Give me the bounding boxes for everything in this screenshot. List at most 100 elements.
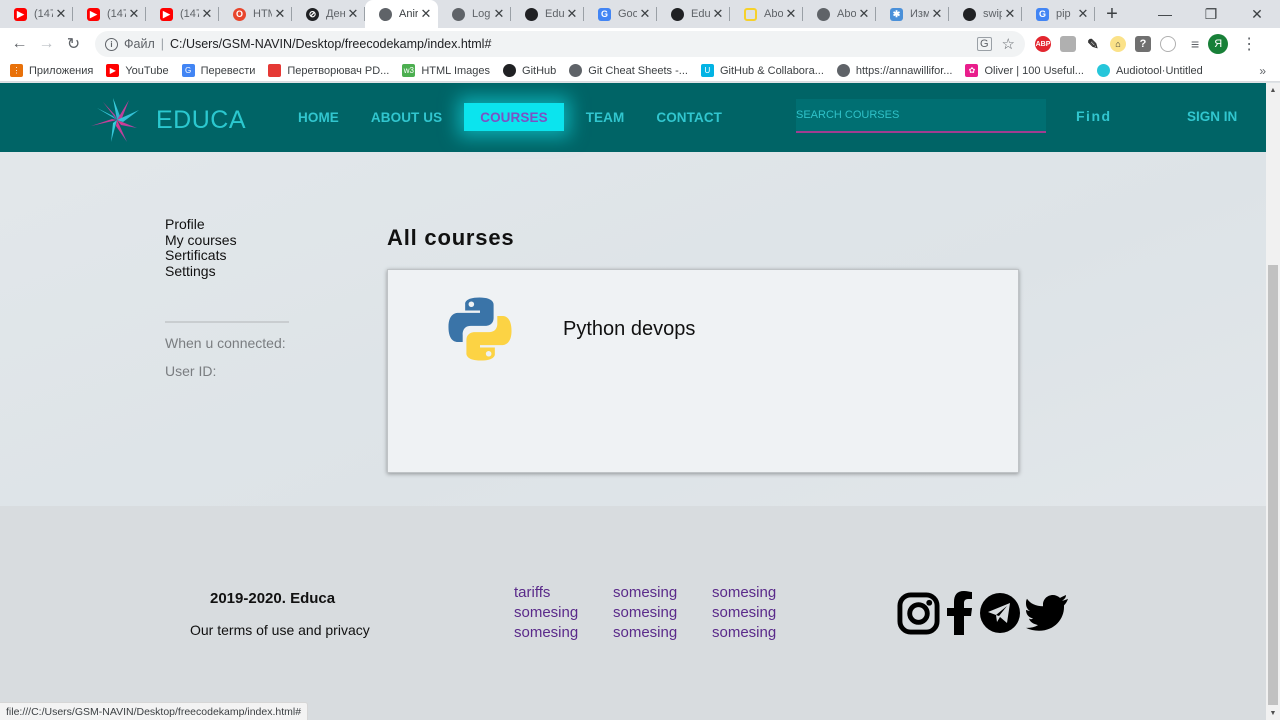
browser-tab[interactable]: swip ✕ [949,0,1022,28]
footer-link[interactable]: somesing [613,624,712,642]
browser-tab[interactable]: Edu ✕ [511,0,584,28]
extension-photo-icon[interactable] [1060,36,1076,52]
scrollbar-thumb[interactable] [1268,265,1278,705]
browser-tab[interactable]: ▶ (147 ✕ [73,0,146,28]
bookmark-star-icon[interactable]: ☆ [1002,35,1015,53]
reload-button[interactable]: ↻ [60,31,87,58]
bookmark-item[interactable]: ✿ Oliver | 100 Useful... [965,64,1084,77]
tab-close-icon[interactable]: ✕ [55,6,67,22]
bookmark-item[interactable]: G Перевести [181,64,256,77]
bookmark-item[interactable]: Перетворювач PD... [268,64,389,77]
browser-tab[interactable]: ⊘ Ден ✕ [292,0,365,28]
help-extension-icon[interactable]: ? [1135,36,1151,52]
browser-menu-icon[interactable]: ⋮ [1241,34,1257,54]
facebook-icon[interactable] [946,591,974,635]
minimize-button[interactable]: — [1142,0,1188,28]
browser-tab[interactable]: Edu ✕ [657,0,730,28]
tab-close-icon[interactable]: ✕ [420,6,432,22]
footer-link[interactable]: somesing [613,604,712,622]
bookmark-label: Перевести [200,64,256,77]
bookmark-item[interactable]: Git Cheat Sheets -... [569,64,688,77]
sidebar-item-profile[interactable]: Profile [165,216,289,233]
tab-close-icon[interactable]: ✕ [201,6,213,22]
browser-tab[interactable]: Anir ✕ [365,0,438,28]
close-window-button[interactable]: ✕ [1234,0,1280,28]
tab-close-icon[interactable]: ✕ [712,6,724,22]
bookmark-label: YouTube [125,64,169,77]
sidebar-item-certificates[interactable]: Sertificats [165,247,289,264]
translate-icon[interactable]: G [976,37,992,51]
pdf-converter-icon [268,64,282,77]
bookmark-item[interactable]: U GitHub & Collabora... [700,64,824,77]
headphones-extension-icon[interactable] [1160,36,1176,52]
instagram-icon[interactable] [897,591,940,635]
browser-tab[interactable]: Abo ✕ [730,0,803,28]
nav-item-team[interactable]: TEAM [570,103,641,131]
nav-item-about-us[interactable]: ABOUT US [355,103,458,131]
tab-close-icon[interactable]: ✕ [639,6,651,22]
profile-avatar[interactable]: Я [1208,34,1229,54]
adblock-icon[interactable]: ABP [1035,36,1051,52]
tab-close-icon[interactable]: ✕ [493,6,505,22]
footer-link[interactable]: somesing [712,604,811,622]
footer-link[interactable]: somesing [514,624,613,642]
bookmark-item[interactable]: https://annawillifor... [836,64,952,77]
footer-link[interactable]: somesing [613,584,712,602]
home-extension-icon[interactable]: ⌂ [1110,36,1126,52]
brand-name[interactable]: EDUCA [156,106,246,135]
footer-link[interactable]: somesing [712,584,811,602]
tab-close-icon[interactable]: ✕ [274,6,286,22]
tab-close-icon[interactable]: ✕ [566,6,578,22]
course-title[interactable]: Python devops [563,318,695,341]
nav-item-courses[interactable]: COURSES [464,103,564,131]
scroll-down-arrow-icon[interactable]: ▼ [1266,706,1280,720]
footer-link[interactable]: tariffs [514,584,613,602]
maximize-button[interactable]: ❐ [1188,0,1234,28]
bookmark-item[interactable]: Audiotool·Untitled [1096,64,1203,77]
sidebar-item-my-courses[interactable]: My courses [165,232,289,249]
course-card[interactable]: Python devops [387,269,1019,473]
twitter-icon[interactable] [1026,595,1068,631]
footer-link[interactable]: somesing [514,604,613,622]
footer-link[interactable]: somesing [712,624,811,642]
sign-in-link[interactable]: SIGN IN [1187,109,1237,124]
address-url[interactable]: C:/Users/GSM-NAVIN/Desktop/freecodekamp/… [170,37,491,51]
new-tab-button[interactable]: + [1097,0,1127,28]
browser-tab[interactable]: ✱ Изм ✕ [876,0,949,28]
browser-tab[interactable]: ▶ (147 ✕ [0,0,73,28]
tab-close-icon[interactable]: ✕ [785,6,797,22]
media-control-icon[interactable]: ≡ [1191,36,1199,52]
telegram-icon[interactable] [980,593,1020,633]
tab-close-icon[interactable]: ✕ [128,6,140,22]
nav-item-home[interactable]: HOME [282,103,355,131]
sidebar-item-settings[interactable]: Settings [165,263,289,280]
tab-close-icon[interactable]: ✕ [1077,6,1089,22]
browser-tab[interactable]: O HTM✕ [219,0,292,28]
bookmarks-overflow-button[interactable]: » [1259,64,1266,78]
tab-close-icon[interactable]: ✕ [931,6,943,22]
nav-item-contact[interactable]: CONTACT [640,103,738,131]
browser-tab[interactable]: Abo ✕ [803,0,876,28]
bookmark-item[interactable]: ▶ YouTube [106,64,169,77]
find-button[interactable]: Find [1076,108,1112,124]
address-bar[interactable]: i Файл | C:/Users/GSM-NAVIN/Desktop/free… [95,31,1025,57]
back-button[interactable]: ← [6,31,33,58]
browser-tab[interactable]: G Goo ✕ [584,0,657,28]
browser-tab[interactable]: ▶ (147 ✕ [146,0,219,28]
tab-close-icon[interactable]: ✕ [858,6,870,22]
terms-link[interactable]: Our terms of use and privacy [190,622,370,638]
search-courses-input[interactable]: SEARCH COURSES [796,99,1046,133]
color-picker-icon[interactable]: ✎ [1085,36,1101,52]
bookmark-item[interactable]: ⋮ Приложения [10,64,93,77]
browser-tab[interactable]: Log ✕ [438,0,511,28]
bookmark-item[interactable]: GitHub [503,64,556,77]
bookmark-item[interactable]: w3 HTML Images [402,64,490,77]
info-icon[interactable]: i [105,37,118,51]
browser-tab[interactable]: Gpip ✕ [1022,0,1095,28]
tab-close-icon[interactable]: ✕ [347,6,359,22]
educa-logo-icon[interactable] [88,95,146,143]
forward-button[interactable]: → [33,31,60,58]
page-scrollbar[interactable]: ▲ ▼ [1266,83,1280,720]
scroll-up-arrow-icon[interactable]: ▲ [1266,83,1280,97]
tab-close-icon[interactable]: ✕ [1004,6,1016,22]
